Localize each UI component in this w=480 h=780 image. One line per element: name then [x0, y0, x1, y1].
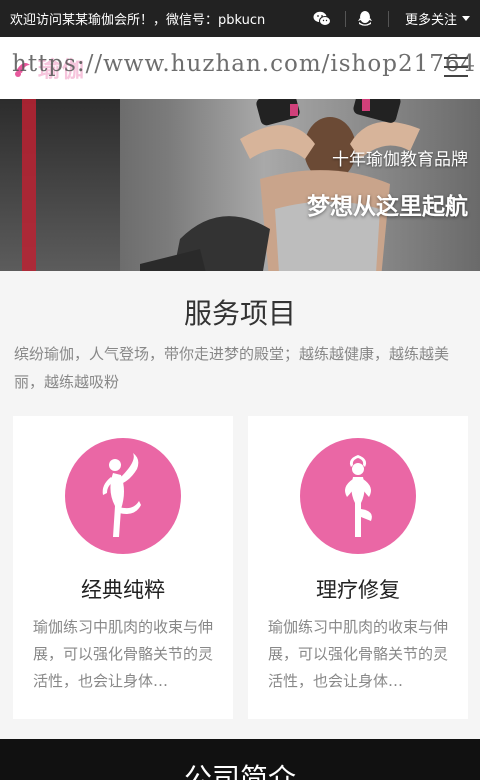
topbar-divider [387, 10, 389, 27]
more-follow-label: 更多关注 [404, 13, 457, 28]
service-card[interactable]: 经典纯粹 瑜伽练习中肌肉的收束与伸展，可以强化骨骼关节的灵活性，也会让身体… [13, 416, 233, 719]
welcome-text: 欢迎访问某某瑜伽会所！，微信号：pbkucn [10, 13, 266, 28]
qq-icon[interactable] [354, 8, 376, 30]
service-card-text: 瑜伽练习中肌肉的收束与伸展，可以强化骨骼关节的灵活性，也会让身体… [33, 618, 214, 690]
hero-banner[interactable]: 十年瑜伽教育品牌 梦想从这里起航 [0, 99, 480, 271]
yoga-tree-pose-icon [345, 455, 372, 537]
service-card-title: 理疗修复 [316, 578, 400, 602]
caret-down-icon [462, 16, 470, 21]
more-follow-dropdown[interactable]: 更多关注 [405, 9, 470, 28]
yoga-pose-icon [102, 453, 141, 537]
top-bar: 欢迎访问某某瑜伽会所！，微信号：pbkucn 更多关注 [0, 0, 480, 37]
hamburger-line [444, 57, 468, 59]
hamburger-line [444, 75, 468, 77]
wechat-icon[interactable] [311, 8, 333, 30]
watermark-text: https://www.huzhan.com/ishop21764 [12, 51, 477, 77]
site-header: 瑜伽 https://www.huzhan.com/ishop21764 [0, 37, 480, 99]
about-section: 公司简介 [0, 739, 480, 780]
service-icon-circle [65, 438, 181, 554]
about-title: 公司简介 [183, 762, 296, 780]
hamburger-line [444, 66, 468, 68]
service-card[interactable]: 理疗修复 瑜伽练习中肌肉的收束与伸展，可以强化骨骼关节的灵活性，也会让身体… [248, 416, 468, 719]
gym-equipment-shape [22, 99, 36, 271]
services-description: 缤纷瑜伽，人气登场，带你走进梦的殿堂；越练越健康，越练越美丽，越练越吸粉 [14, 345, 450, 391]
topbar-divider [344, 10, 346, 27]
banner-headline: 梦想从这里起航 [307, 194, 468, 220]
service-icon-circle [300, 438, 416, 554]
woman-exercise-image [140, 99, 420, 271]
service-card-title: 经典纯粹 [81, 578, 165, 602]
menu-button[interactable] [444, 57, 468, 77]
banner-tagline: 十年瑜伽教育品牌 [332, 150, 468, 170]
services-title: 服务项目 [183, 297, 296, 330]
service-card-text: 瑜伽练习中肌肉的收束与伸展，可以强化骨骼关节的灵活性，也会让身体… [268, 618, 449, 690]
gym-background [0, 99, 120, 271]
